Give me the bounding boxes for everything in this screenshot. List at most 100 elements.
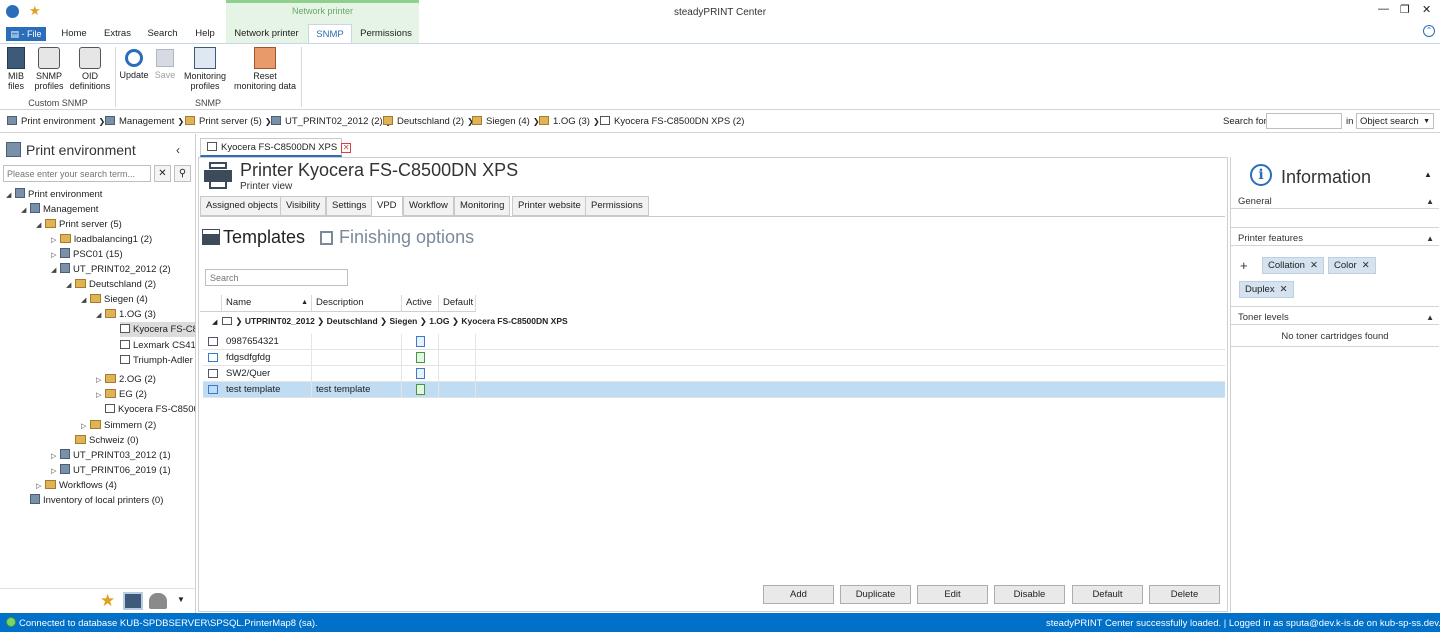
column-header-active[interactable]: Active bbox=[402, 295, 439, 312]
monitoring-profiles-button[interactable]: Monitoring profiles bbox=[180, 44, 230, 91]
tree-item[interactable]: ▷ Simmern (2) bbox=[81, 418, 156, 433]
tab-home[interactable]: Home bbox=[58, 24, 90, 43]
tab-permissions-view[interactable]: Permissions bbox=[585, 196, 649, 216]
breadcrumb-item[interactable]: Management ❯ bbox=[105, 116, 184, 127]
search-button[interactable]: ⚲ bbox=[174, 165, 191, 182]
mib-files-button[interactable]: MIB files bbox=[3, 44, 29, 91]
active-status-icon[interactable] bbox=[416, 368, 425, 379]
snmp-profiles-button[interactable]: SNMP profiles bbox=[32, 44, 66, 91]
table-row[interactable]: fdgsdfgfdg bbox=[203, 350, 1225, 366]
feature-chip-color[interactable]: Color ✕ bbox=[1328, 257, 1376, 274]
column-header-name[interactable]: Name ▲ bbox=[222, 295, 312, 312]
tab-visibility[interactable]: Visibility bbox=[280, 196, 327, 216]
tree-item[interactable]: ◢ Management bbox=[21, 202, 98, 217]
column-header-default[interactable]: Default bbox=[439, 295, 476, 312]
feature-chip-collation[interactable]: Collation ✕ bbox=[1262, 257, 1324, 274]
breadcrumb-item[interactable]: UT_PRINT02_2012 (2)❯ bbox=[271, 116, 392, 127]
active-status-icon[interactable] bbox=[416, 384, 425, 395]
tree-item[interactable]: ◢ Print server (5) bbox=[36, 217, 122, 232]
group-row[interactable]: ◢ ❯ UTPRINT02_2012 ❯ Deutschland ❯ Siegen… bbox=[212, 316, 568, 327]
breadcrumb-item[interactable]: Deutschland (2) ❯ bbox=[383, 116, 474, 127]
oid-definitions-button[interactable]: OID definitions bbox=[68, 44, 112, 91]
tree-item[interactable]: ▷ EG (2) bbox=[96, 387, 147, 402]
collapse-ribbon-icon[interactable]: ⌃ bbox=[1423, 25, 1435, 37]
tree-item[interactable]: Kyocera FS-C8500 bbox=[105, 402, 195, 417]
tree-item[interactable]: ◢ Siegen (4) bbox=[81, 292, 148, 307]
breadcrumb-item[interactable]: Print environment ❯ bbox=[7, 116, 105, 127]
tab-printer-website[interactable]: Printer website bbox=[512, 196, 587, 216]
close-icon[interactable]: ✕ bbox=[1422, 3, 1431, 16]
breadcrumb-item[interactable]: Print server (5) ❯ bbox=[185, 116, 272, 127]
tab-extras[interactable]: Extras bbox=[101, 24, 134, 43]
breadcrumb-item[interactable]: Kyocera FS-C8500DN XPS (2) bbox=[600, 116, 744, 127]
search-scope-select[interactable]: Object search ▼ bbox=[1356, 113, 1434, 129]
minimize-icon[interactable]: — bbox=[1378, 3, 1389, 15]
doc-tab-printer[interactable]: Kyocera FS-C8500DN XPS ✕ bbox=[200, 138, 352, 157]
section-toner-levels[interactable]: Toner levels ▲ bbox=[1231, 311, 1439, 325]
tab-help[interactable]: Help bbox=[191, 24, 219, 43]
tab-snmp[interactable]: SNMP bbox=[308, 24, 352, 43]
favorites-star-icon[interactable]: ★ bbox=[100, 591, 115, 611]
restore-icon[interactable]: ❐ bbox=[1400, 3, 1410, 16]
active-status-icon[interactable] bbox=[416, 352, 425, 363]
clear-search-button[interactable]: ✕ bbox=[154, 165, 171, 182]
remove-chip-icon[interactable]: ✕ bbox=[1280, 284, 1288, 295]
tab-network-printer[interactable]: Network printer bbox=[229, 24, 304, 43]
tree-item[interactable]: ▷ 2.OG (2) bbox=[96, 372, 156, 387]
tree-item[interactable]: ◢ Deutschland (2) bbox=[66, 277, 156, 292]
add-feature-icon[interactable]: + bbox=[1240, 258, 1248, 273]
reset-monitoring-button[interactable]: Reset monitoring data bbox=[232, 44, 298, 91]
tab-workflow[interactable]: Workflow bbox=[403, 196, 454, 216]
feature-chip-duplex[interactable]: Duplex ✕ bbox=[1239, 281, 1294, 298]
tree-item[interactable]: ◢ 1.OG (3) bbox=[96, 307, 156, 322]
close-tab-icon[interactable]: ✕ bbox=[341, 143, 352, 153]
breadcrumb-item[interactable]: Siegen (4) ❯ bbox=[472, 116, 540, 127]
breadcrumb-item[interactable]: 1.OG (3) ❯ bbox=[539, 116, 600, 127]
tree-item[interactable]: ▷ UT_PRINT03_2012 (1) bbox=[51, 448, 171, 463]
file-tab[interactable]: ▤ - File bbox=[6, 27, 46, 41]
disable-button[interactable]: Disable bbox=[994, 585, 1065, 604]
tab-vpd[interactable]: VPD bbox=[371, 196, 403, 216]
templates-heading[interactable]: Templates bbox=[223, 227, 305, 248]
template-search-input[interactable] bbox=[205, 269, 348, 286]
tab-monitoring[interactable]: Monitoring bbox=[454, 196, 511, 216]
table-row-selected[interactable]: test template test template bbox=[203, 382, 1225, 398]
active-status-icon[interactable] bbox=[416, 336, 425, 347]
tree-search-input[interactable] bbox=[3, 165, 151, 182]
delete-button[interactable]: Delete bbox=[1149, 585, 1220, 604]
tab-permissions[interactable]: Permissions bbox=[357, 24, 415, 43]
section-general[interactable]: General ▲ bbox=[1231, 195, 1439, 209]
tree-item[interactable]: ▷ loadbalancing1 (2) bbox=[51, 232, 152, 247]
tree-item[interactable]: Schweiz (0) bbox=[75, 433, 139, 448]
users-icon[interactable] bbox=[149, 593, 167, 609]
tree-item[interactable]: Triumph-Adler bbox=[120, 353, 193, 368]
save-button[interactable]: Save bbox=[152, 44, 178, 80]
tree-item[interactable]: ◢ UT_PRINT02_2012 (2) bbox=[51, 262, 171, 277]
collapse-panel-icon[interactable]: ‹ bbox=[176, 143, 180, 157]
tree-item[interactable]: ▷ Workflows (4) bbox=[36, 478, 117, 493]
add-button[interactable]: Add bbox=[763, 585, 834, 604]
tree-item[interactable]: Lexmark CS41( bbox=[120, 338, 195, 353]
tree-item-selected[interactable]: Kyocera FS-C8 bbox=[120, 322, 195, 337]
tree-item[interactable]: ▷ PSC01 (15) bbox=[51, 247, 123, 262]
edit-button[interactable]: Edit bbox=[917, 585, 988, 604]
table-row[interactable]: 0987654321 bbox=[203, 334, 1225, 350]
object-search-input[interactable] bbox=[1266, 113, 1342, 129]
tab-assigned-objects[interactable]: Assigned objects bbox=[200, 196, 284, 216]
tree-item[interactable]: ◢ Print environment bbox=[6, 187, 102, 202]
default-button[interactable]: Default bbox=[1072, 585, 1143, 604]
remove-chip-icon[interactable]: ✕ bbox=[1310, 260, 1318, 271]
environment-view-icon[interactable] bbox=[123, 592, 143, 610]
finishing-options-heading[interactable]: Finishing options bbox=[339, 227, 474, 248]
remove-chip-icon[interactable]: ✕ bbox=[1362, 260, 1370, 271]
update-button[interactable]: Update bbox=[118, 44, 150, 80]
chevron-down-icon[interactable]: ▼ bbox=[177, 595, 185, 604]
column-header-description[interactable]: Description bbox=[312, 295, 402, 312]
table-row[interactable]: SW2/Quer bbox=[203, 366, 1225, 382]
tree-item[interactable]: ▷ UT_PRINT06_2019 (1) bbox=[51, 463, 171, 478]
tab-search[interactable]: Search bbox=[145, 24, 180, 43]
tree-item[interactable]: Inventory of local printers (0) bbox=[30, 493, 163, 508]
section-printer-features[interactable]: Printer features ▲ bbox=[1231, 232, 1439, 246]
collapse-up-icon[interactable]: ▲ bbox=[1424, 170, 1432, 179]
tab-settings[interactable]: Settings bbox=[326, 196, 373, 216]
